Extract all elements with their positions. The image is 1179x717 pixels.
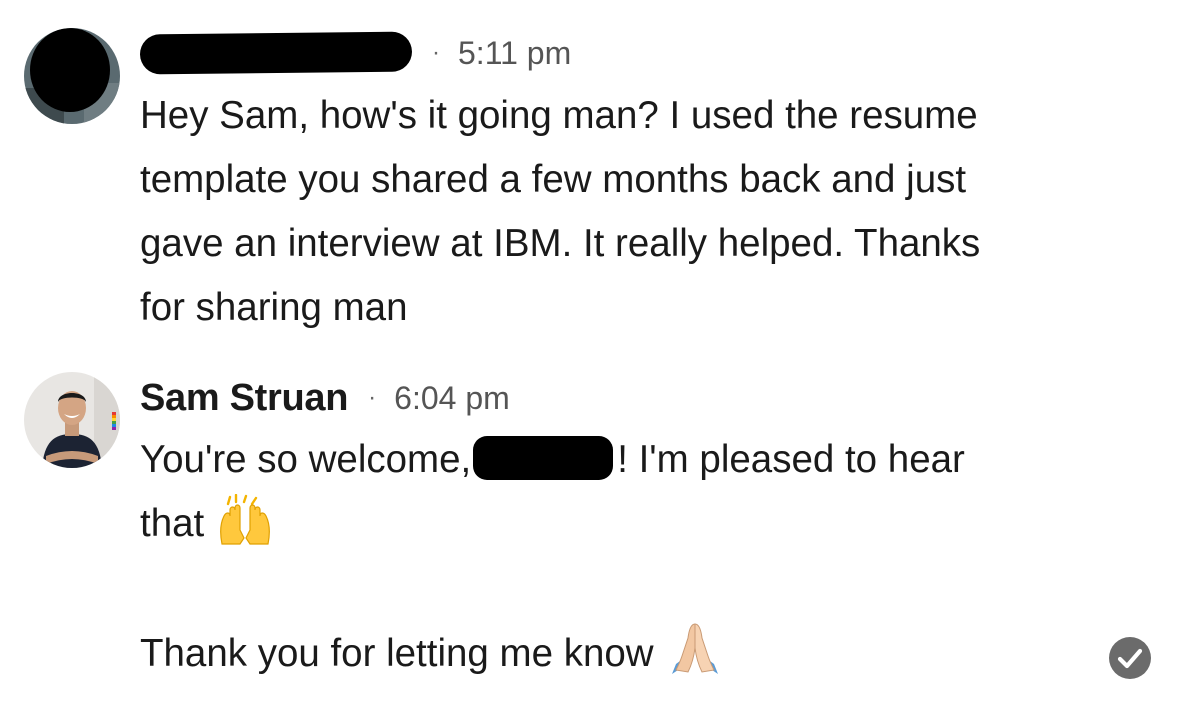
raising-hands-emoji: [216, 493, 274, 566]
message-line: for sharing man: [140, 286, 408, 329]
message-line: that: [140, 492, 965, 556]
message-line: Thank you for letting me know: [140, 620, 965, 684]
message-header: · 5:11 pm: [139, 29, 572, 77]
message-text: Thank you for letting me know: [140, 632, 654, 675]
avatar-image: [24, 28, 120, 124]
message-line: Hey Sam, how's it going man? I used the …: [140, 94, 978, 137]
sender-name[interactable]: Sam Struan: [140, 377, 348, 420]
redacted-recipient-name: [473, 436, 614, 480]
read-check-icon: [1108, 636, 1152, 680]
message-text: ! I'm pleased to hear: [617, 438, 965, 481]
message-line: You're so welcome, ! I'm pleased to hear: [140, 428, 965, 492]
message-body: Hey Sam, how's it going man? I used the …: [140, 84, 980, 340]
folded-hands-emoji: [666, 620, 724, 696]
message-line: template you shared a few months back an…: [140, 158, 967, 201]
message-text: that: [140, 502, 205, 545]
message-body: You're so welcome,! I'm pleased to hear …: [140, 428, 965, 684]
sender-avatar[interactable]: [24, 372, 120, 468]
separator-dot: ·: [432, 39, 440, 66]
message-header: Sam Struan · 6:04 pm: [140, 374, 510, 422]
message-text: You're so welcome,: [140, 438, 472, 481]
message-timestamp: 5:11 pm: [458, 34, 572, 71]
message-line: gave an interview at IBM. It really help…: [140, 222, 981, 265]
separator-dot: ·: [368, 384, 377, 411]
message-timestamp: 6:04 pm: [394, 379, 510, 416]
redacted-sender-name: [139, 31, 413, 75]
sender-avatar[interactable]: [24, 28, 120, 124]
avatar-image: [24, 372, 120, 468]
